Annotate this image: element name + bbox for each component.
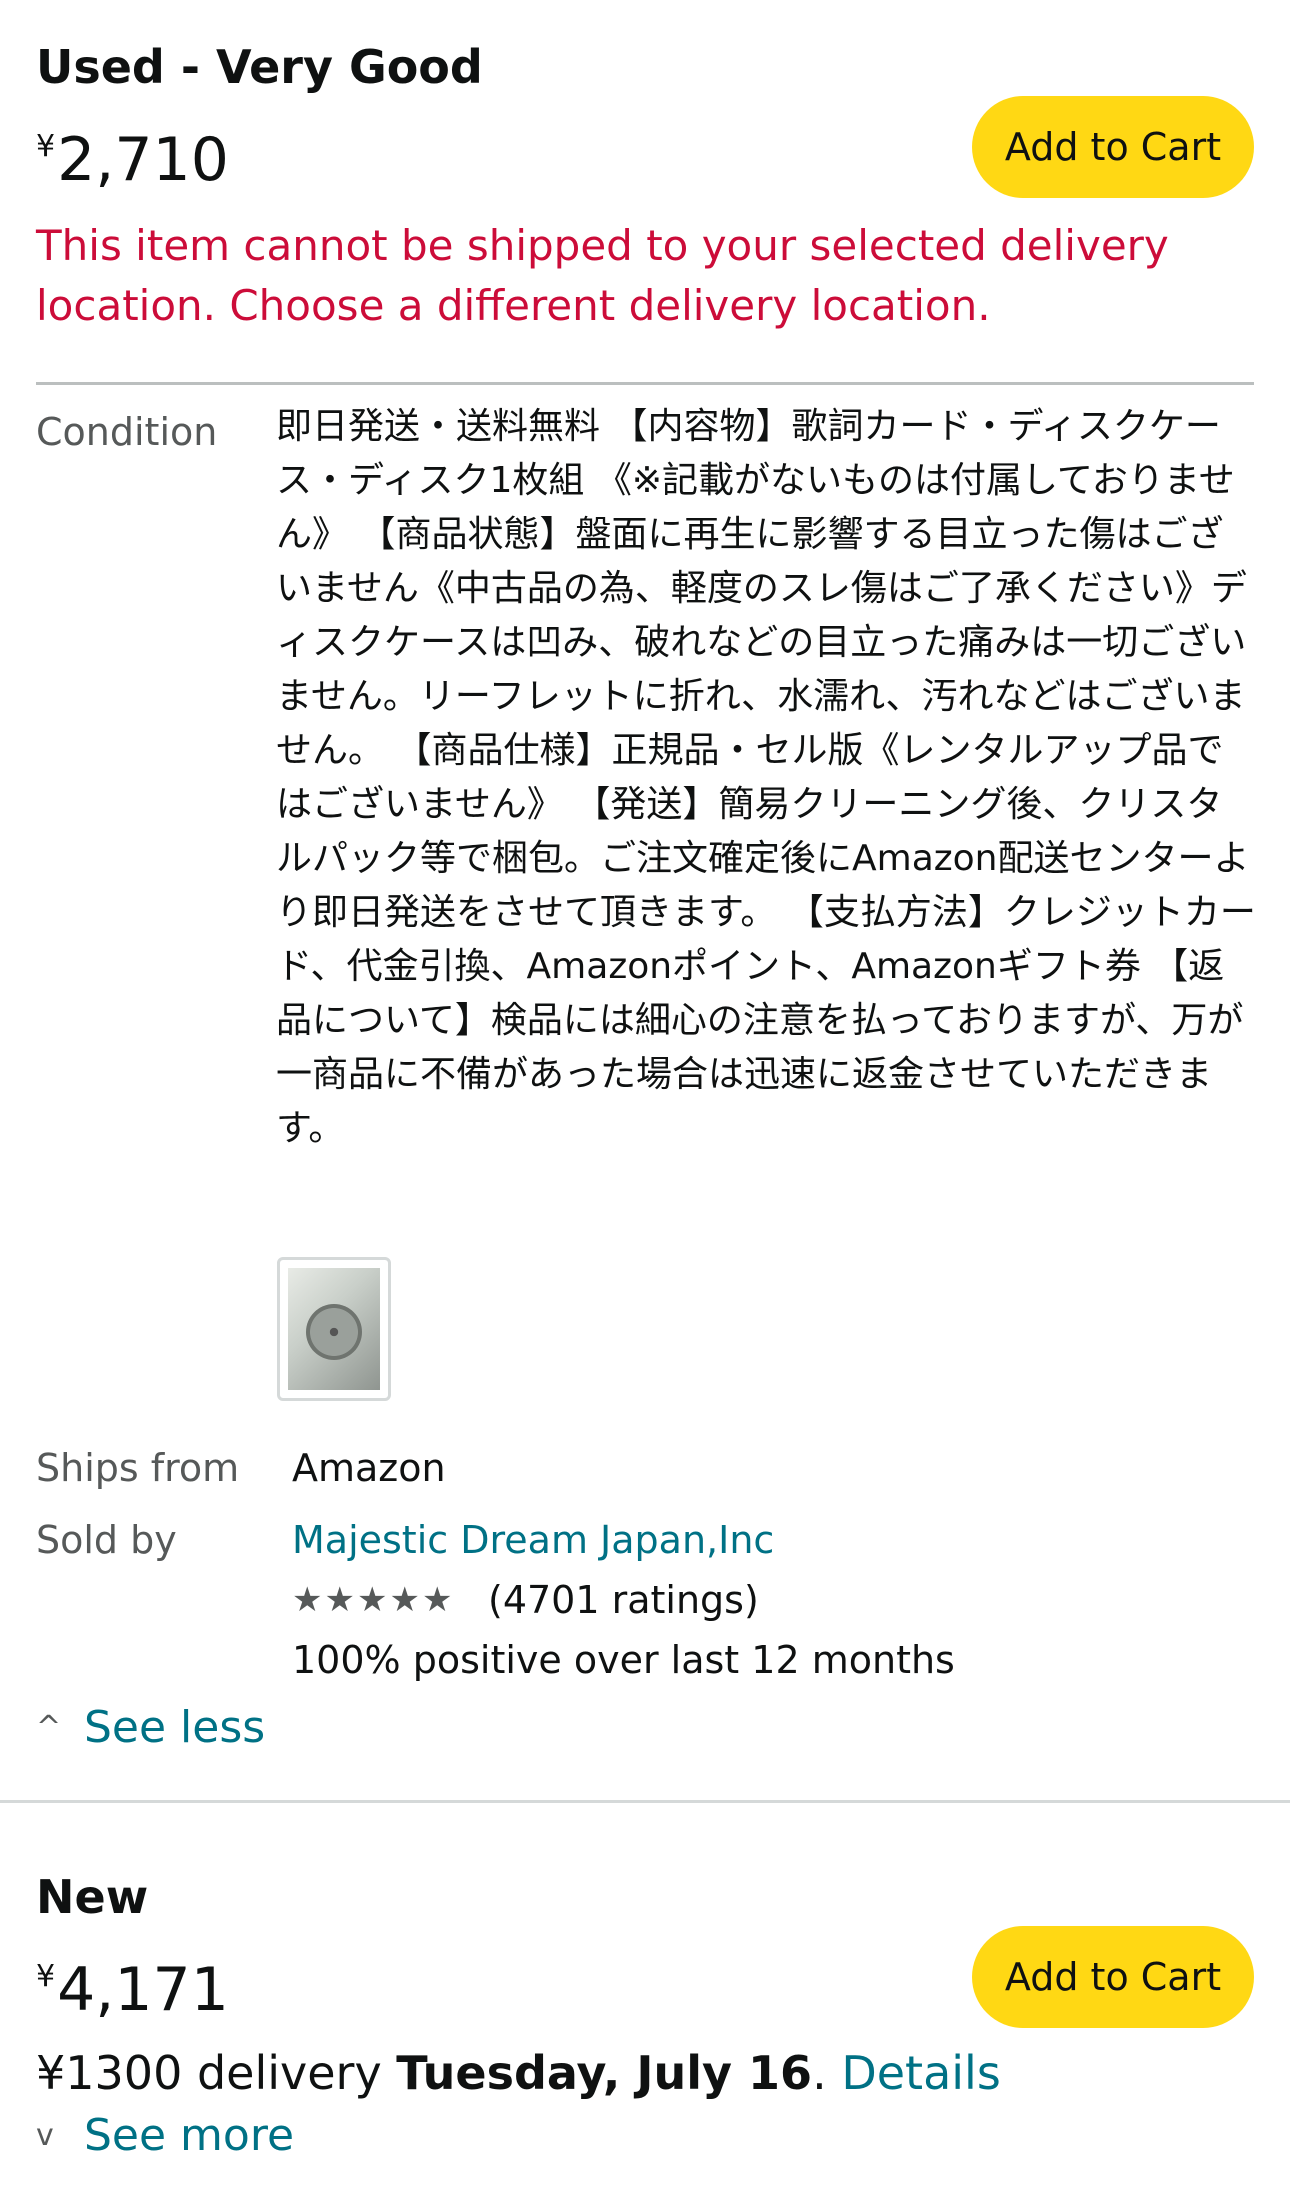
price-currency-symbol: ¥ [36, 1959, 56, 1994]
offer-price: ¥2,710 [36, 112, 229, 195]
star-icon: ★ [421, 1580, 453, 1620]
see-more-label: See more [84, 2110, 295, 2161]
star-icon: ★ [356, 1580, 388, 1620]
condition-description: 即日発送・送料無料 【内容物】歌詞カード・ディスクケース・ディスク1枚組 《※記… [276, 406, 1256, 1149]
see-less-label: See less [84, 1702, 266, 1753]
offer-price: ¥4,171 [36, 1942, 229, 2025]
seller-positive-feedback: 100% positive over last 12 months [292, 1638, 955, 1682]
details-link[interactable]: Details [841, 2046, 1000, 2100]
delivery-dot: . [812, 2046, 842, 2100]
section-divider [0, 1800, 1290, 1803]
divider [36, 382, 1254, 385]
cd-disc-image [306, 1304, 362, 1360]
sold-by-label: Sold by [36, 1518, 177, 1562]
offer-condition-title: Used - Very Good [36, 40, 483, 94]
ships-from-label: Ships from [36, 1446, 240, 1490]
seller-rating-stars: ★ ★ ★ ★ ★ [292, 1578, 452, 1622]
price-amount: 4,171 [57, 1955, 229, 2025]
price-currency-symbol: ¥ [36, 129, 56, 164]
add-to-cart-button[interactable]: Add to Cart [972, 96, 1254, 198]
delivery-cost: ¥1300 delivery [36, 2046, 397, 2100]
shipping-warning: This item cannot be shipped to your sele… [36, 221, 1169, 330]
offer-condition-title: New [36, 1870, 149, 1924]
delivery-info: ¥1300 delivery Tuesday, July 16. Details [36, 2046, 1001, 2100]
star-icon: ★ [389, 1580, 420, 1620]
ships-from-value: Amazon [292, 1446, 446, 1490]
product-image-thumbnail[interactable] [277, 1257, 391, 1401]
price-amount: 2,710 [57, 125, 229, 195]
chevron-up-icon: ^ [36, 1710, 62, 1745]
star-icon: ★ [324, 1580, 355, 1620]
add-to-cart-button[interactable]: Add to Cart [972, 1926, 1254, 2028]
chevron-down-icon: v [36, 2118, 54, 2153]
see-more-toggle[interactable]: v See more [36, 2110, 294, 2161]
see-less-toggle[interactable]: ^ See less [36, 1702, 265, 1753]
delivery-date: Tuesday, July 16 [396, 2046, 813, 2100]
seller-ratings-count: (4701 ratings) [488, 1578, 759, 1622]
seller-link[interactable]: Majestic Dream Japan,Inc [292, 1518, 774, 1562]
condition-label: Condition [36, 410, 218, 454]
star-icon: ★ [292, 1580, 323, 1620]
